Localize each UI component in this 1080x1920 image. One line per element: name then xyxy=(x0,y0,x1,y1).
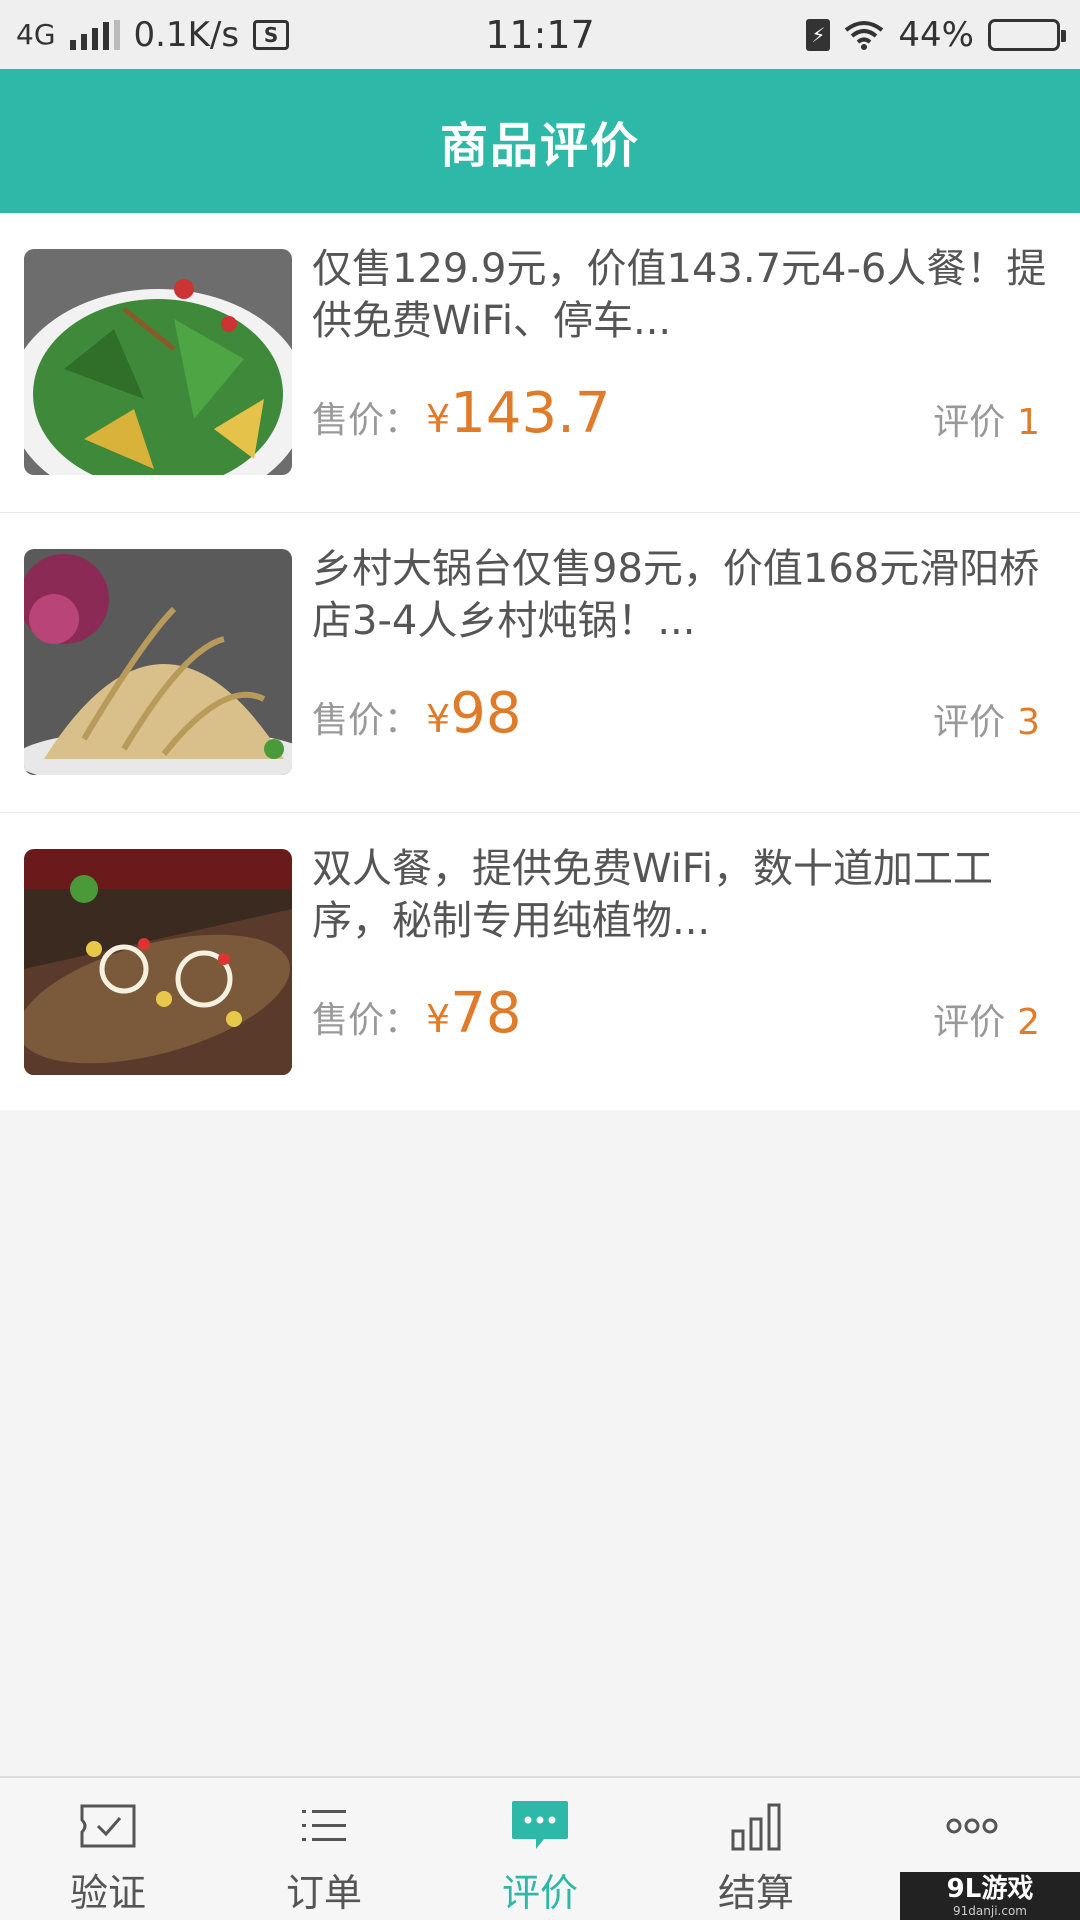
list-item[interactable]: 仅售129.9元，价值143.7元4-6人餐！提供免费WiFi、停车... 售价… xyxy=(0,213,1080,513)
network-type: 4G xyxy=(16,18,56,51)
price-label: 售价： xyxy=(312,400,421,441)
charging-icon: ⚡ xyxy=(806,18,831,51)
review-label: 评价 xyxy=(933,402,1006,443)
price-label: 售价： xyxy=(312,1000,421,1041)
nav-item-reviews[interactable]: 评价 xyxy=(432,1778,648,1920)
review-label: 评价 xyxy=(933,1002,1006,1043)
list-icon xyxy=(292,1796,356,1856)
app-header: 商品评价 xyxy=(0,69,1080,213)
product-list: 仅售129.9元，价值143.7元4-6人餐！提供免费WiFi、停车... 售价… xyxy=(0,213,1080,1110)
review-count: 2 xyxy=(1017,1002,1040,1043)
currency-symbol: ¥ xyxy=(426,997,451,1041)
grilled-fish-image xyxy=(24,849,292,1075)
review-info: 评价 3 xyxy=(933,693,1040,745)
watermark-brand: 9L游戏 xyxy=(946,1873,1034,1904)
battery-percent: 44% xyxy=(898,14,974,55)
list-item[interactable]: 双人餐，提供免费WiFi，数十道加工工序，秘制专用纯植物... 售价： ¥ 78… xyxy=(0,813,1080,1110)
review-label: 评价 xyxy=(933,702,1006,743)
product-title: 乡村大锅台仅售98元，价值168元滑阳桥店3-4人乡村炖锅！... xyxy=(312,546,1040,644)
list-item[interactable]: 乡村大锅台仅售98元，价值168元滑阳桥店3-4人乡村炖锅！... 售价： ¥ … xyxy=(0,513,1080,813)
nav-label: 评价 xyxy=(501,1871,578,1915)
battery-icon xyxy=(988,18,1066,51)
nav-label: 订单 xyxy=(285,1871,362,1915)
price-value: 98 xyxy=(450,681,522,746)
review-info: 评价 1 xyxy=(933,393,1040,445)
tofu-noodle-image xyxy=(24,549,292,775)
price-row: 售价： ¥ 78 xyxy=(312,981,521,1046)
review-count: 3 xyxy=(1017,702,1040,743)
price-row: 售价： ¥ 98 xyxy=(312,681,521,746)
review-info: 评价 2 xyxy=(933,993,1040,1045)
product-title: 双人餐，提供免费WiFi，数十道加工工序，秘制专用纯植物... xyxy=(312,846,993,944)
product-title: 仅售129.9元，价值143.7元4-6人餐！提供免费WiFi、停车... xyxy=(312,246,1047,344)
nav-item-settlement[interactable]: 结算 xyxy=(648,1778,864,1920)
price-value: 143.7 xyxy=(450,381,611,446)
price-label: 售价： xyxy=(312,700,421,741)
chat-bubble-icon xyxy=(508,1796,572,1856)
product-image xyxy=(24,249,292,475)
currency-symbol: ¥ xyxy=(426,397,451,441)
nav-label: 结算 xyxy=(717,1871,794,1915)
watermark-logo: 9L游戏 91danji.com xyxy=(900,1872,1080,1920)
status-left: 4G 0.1K/s S xyxy=(16,14,290,55)
price-row: 售价： ¥ 143.7 xyxy=(312,381,611,446)
salad-image xyxy=(24,249,292,475)
screenshot-icon: S xyxy=(253,19,290,50)
watermark-url: 91danji.com xyxy=(953,1903,1027,1918)
product-image xyxy=(24,549,292,775)
nav-item-orders[interactable]: 订单 xyxy=(216,1778,432,1920)
signal-icon xyxy=(69,19,120,50)
envelope-check-icon xyxy=(76,1796,140,1856)
bar-chart-icon xyxy=(724,1796,788,1856)
product-image xyxy=(24,849,292,1075)
nav-item-verify[interactable]: 验证 xyxy=(0,1778,216,1920)
wifi-icon xyxy=(845,20,884,50)
price-value: 78 xyxy=(450,981,522,1046)
review-count: 1 xyxy=(1017,402,1040,443)
more-dots-icon xyxy=(940,1796,1004,1856)
status-bar: 4G 0.1K/s S 11:17 ⚡ 44% xyxy=(0,0,1080,69)
currency-symbol: ¥ xyxy=(426,697,451,741)
nav-label: 验证 xyxy=(69,1871,146,1915)
page-title: 商品评价 xyxy=(439,118,640,174)
network-speed: 0.1K/s xyxy=(133,14,240,55)
status-right: ⚡ 44% xyxy=(806,14,1066,55)
